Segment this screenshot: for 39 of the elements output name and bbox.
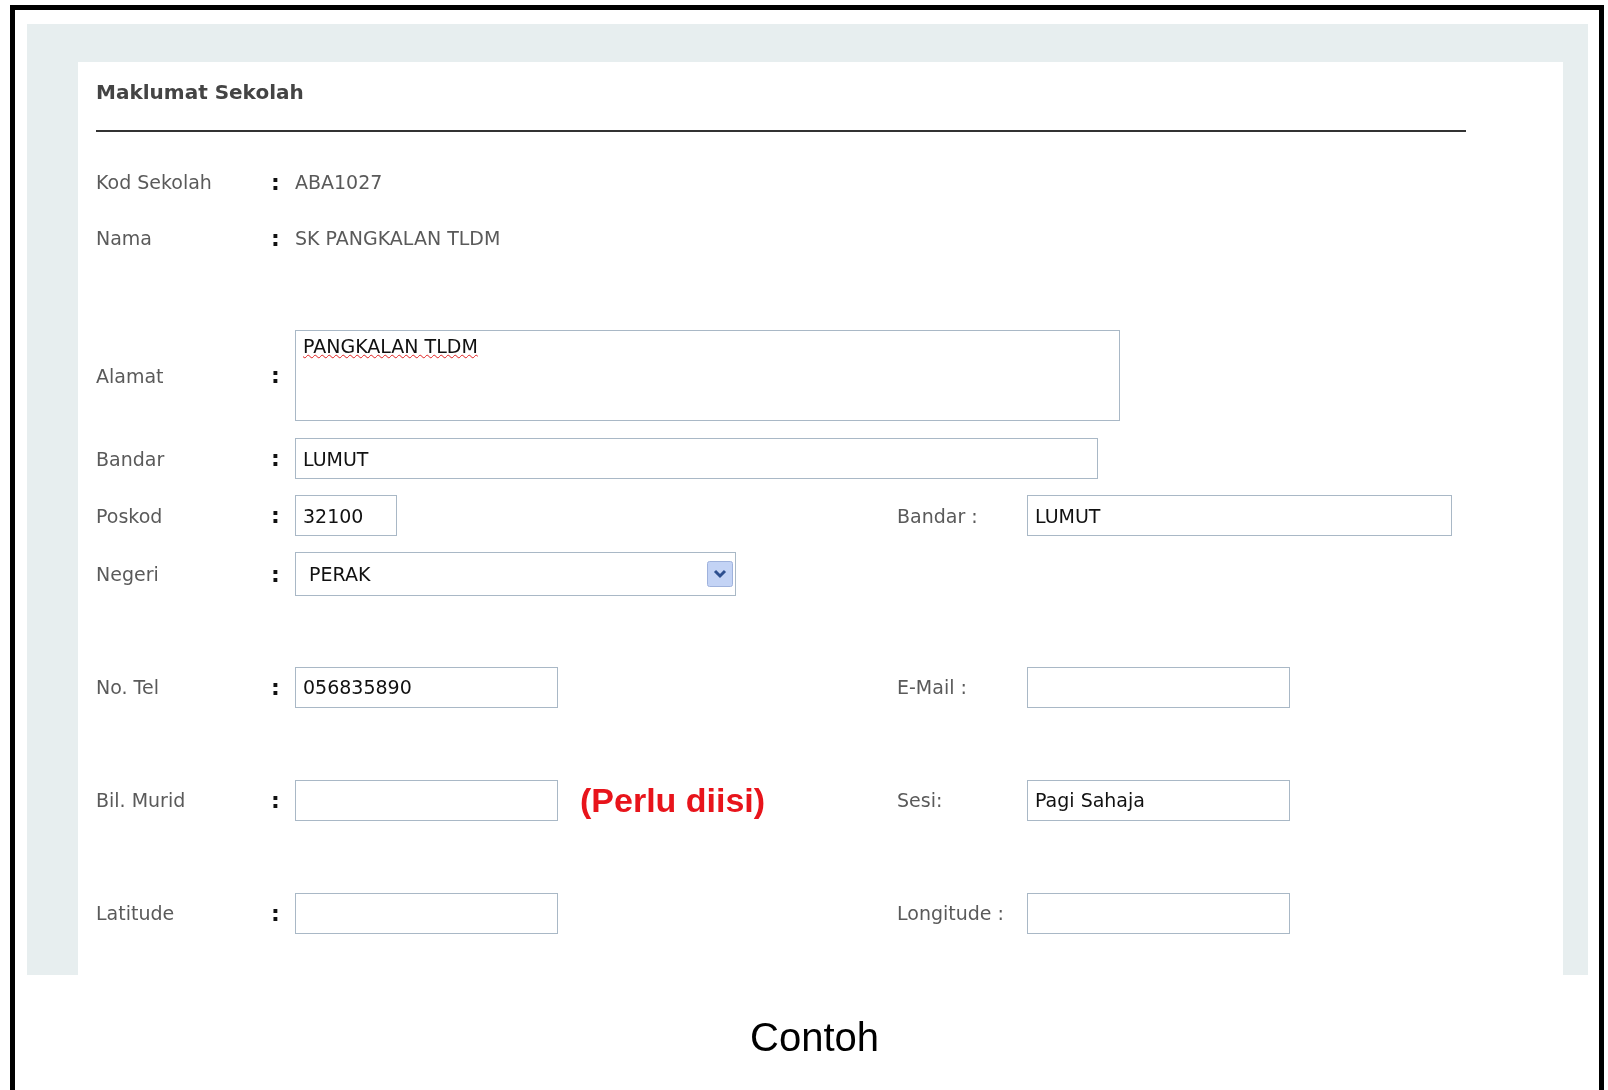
field-label: Sesi: — [897, 789, 944, 811]
field-label: Nama — [95, 227, 153, 249]
colon-separator: : — [271, 787, 281, 813]
field-value: SK PANGKALAN TLDM — [295, 227, 501, 249]
colon-separator: : — [271, 900, 281, 926]
field-label: Negeri — [95, 563, 160, 585]
field-label: No. Tel — [95, 676, 160, 698]
colon-separator: : — [271, 363, 281, 388]
field-value: ABA1027 — [295, 171, 383, 193]
colon-separator: : — [271, 169, 281, 195]
chevron-down-icon[interactable] — [707, 561, 733, 587]
field-label: Poskod — [95, 504, 164, 527]
colon-separator: : — [271, 503, 281, 528]
field-label: Alamat — [95, 364, 165, 387]
input-field[interactable]: 32100 — [295, 495, 397, 536]
input-field[interactable]: Pagi Sahaja — [1027, 779, 1290, 821]
field-label: Bil. Murid — [95, 789, 187, 811]
input-field[interactable]: 056835890 — [295, 666, 558, 708]
field-label: Latitude — [95, 902, 176, 924]
address-textarea[interactable]: PANGKALAN TLDM — [295, 330, 1120, 421]
colon-separator: : — [271, 225, 281, 251]
section-title: Maklumat Sekolah — [96, 80, 304, 104]
field-label: E-Mail : — [897, 676, 968, 698]
input-field[interactable] — [295, 892, 558, 934]
input-field[interactable] — [1027, 892, 1290, 934]
field-label: Bandar — [95, 447, 166, 470]
field-label: Longitude : — [897, 902, 1005, 924]
field-label: Bandar : — [897, 504, 979, 527]
colon-separator: : — [271, 446, 281, 471]
colon-separator: : — [271, 561, 281, 587]
field-label: Kod Sekolah — [95, 171, 213, 193]
input-field[interactable] — [295, 779, 558, 821]
required-note: (Perlu diisi) — [580, 780, 766, 820]
slide-caption: Contoh — [750, 1015, 879, 1060]
input-field[interactable]: LUMUT — [295, 438, 1098, 479]
state-dropdown[interactable]: PERAK — [295, 552, 736, 596]
colon-separator: : — [271, 674, 281, 700]
input-field[interactable] — [1027, 666, 1290, 708]
input-field[interactable]: LUMUT — [1027, 495, 1452, 536]
